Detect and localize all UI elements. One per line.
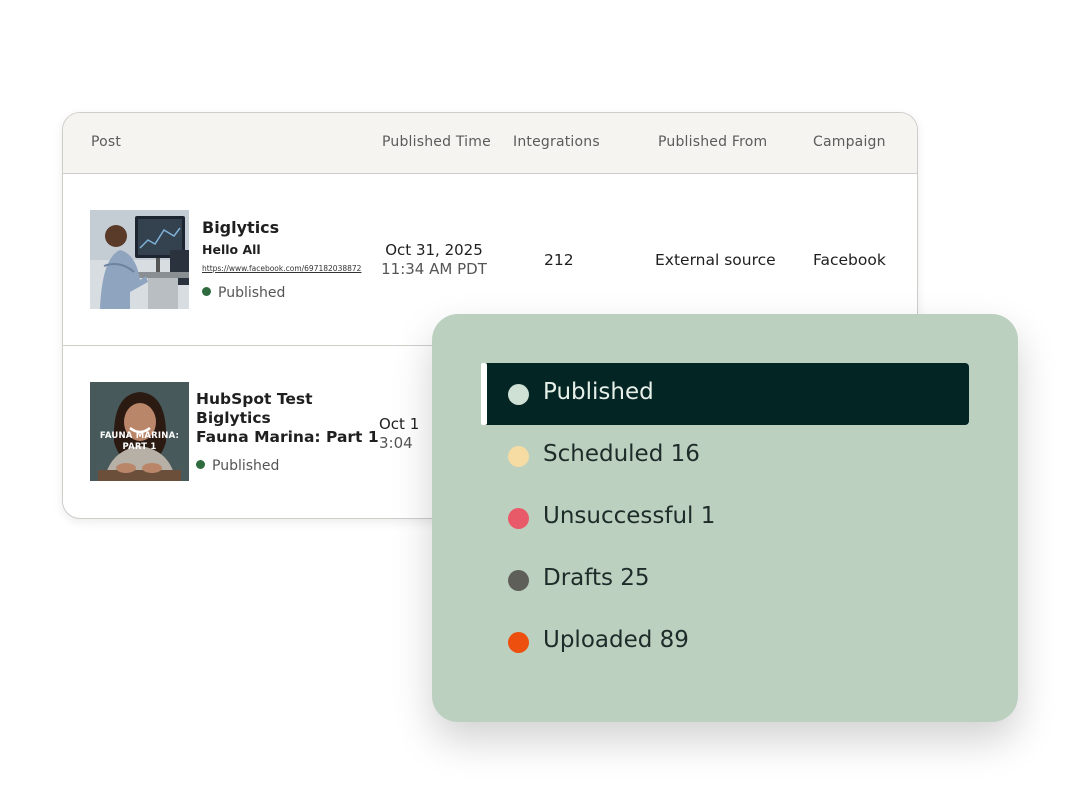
published-status-dot <box>508 384 529 405</box>
status-badge: Published <box>196 458 279 474</box>
uploaded-status-dot <box>508 632 529 653</box>
column-header-integrations[interactable]: Integrations <box>513 134 600 150</box>
filter-item-published[interactable]: Published <box>481 363 969 425</box>
thumbnail-caption: FAUNA MARINA: PART 1 <box>99 431 180 452</box>
filter-label: Scheduled 16 <box>543 441 700 467</box>
filter-label: Unsuccessful 1 <box>543 503 716 529</box>
filter-label: Drafts 25 <box>543 565 650 591</box>
filter-item-drafts[interactable]: Drafts 25 <box>481 549 969 611</box>
status-text: Published <box>212 458 280 474</box>
filter-label: Published <box>543 379 654 405</box>
integrations-count: 212 <box>544 251 574 269</box>
post-title[interactable]: HubSpot Test <box>196 390 312 409</box>
published-date: Oct 31, 2025 <box>385 241 483 259</box>
post-title-line-3[interactable]: Fauna Marina: Part 1 <box>196 428 379 447</box>
post-link[interactable]: https://www.facebook.com/697182038872 <box>202 264 361 273</box>
post-title[interactable]: Biglytics <box>202 218 279 237</box>
column-header-campaign[interactable]: Campaign <box>813 134 886 150</box>
published-time-cell: Oct 1 3:04 <box>379 415 439 453</box>
filter-item-scheduled[interactable]: Scheduled 16 <box>481 425 969 487</box>
published-status-dot <box>196 460 205 469</box>
filter-item-uploaded[interactable]: Uploaded 89 <box>481 611 969 673</box>
column-header-published-from[interactable]: Published From <box>658 134 767 150</box>
post-thumbnail[interactable]: FAUNA MARINA: PART 1 <box>90 382 189 481</box>
published-time-cell: Oct 31, 2025 11:34 AM PDT <box>364 241 504 279</box>
table-header: Post Published Time Integrations Publish… <box>63 113 917 174</box>
scheduled-status-dot <box>508 446 529 467</box>
filter-label: Uploaded 89 <box>543 627 689 653</box>
status-text: Published <box>218 285 286 301</box>
person-at-computer-image <box>90 210 189 309</box>
published-time: 11:34 AM PDT <box>381 260 487 278</box>
published-time: 3:04 <box>379 434 413 452</box>
published-status-dot <box>202 287 211 296</box>
filter-item-unsuccessful[interactable]: Unsuccessful 1 <box>481 487 969 549</box>
post-thumbnail[interactable] <box>90 210 189 309</box>
published-from-cell: External source <box>655 251 776 269</box>
campaign-cell[interactable]: Facebook <box>813 251 886 269</box>
column-header-published-time[interactable]: Published Time <box>382 134 491 150</box>
status-badge: Published <box>202 285 285 301</box>
post-title-line-2[interactable]: Biglytics <box>196 409 271 428</box>
published-date: Oct 1 <box>379 415 420 433</box>
unsuccessful-status-dot <box>508 508 529 529</box>
drafts-status-dot <box>508 570 529 591</box>
post-message: Hello All <box>202 242 261 257</box>
status-filter-panel: Published Scheduled 16 Unsuccessful 1 Dr… <box>432 314 1018 722</box>
column-header-post[interactable]: Post <box>91 134 121 150</box>
